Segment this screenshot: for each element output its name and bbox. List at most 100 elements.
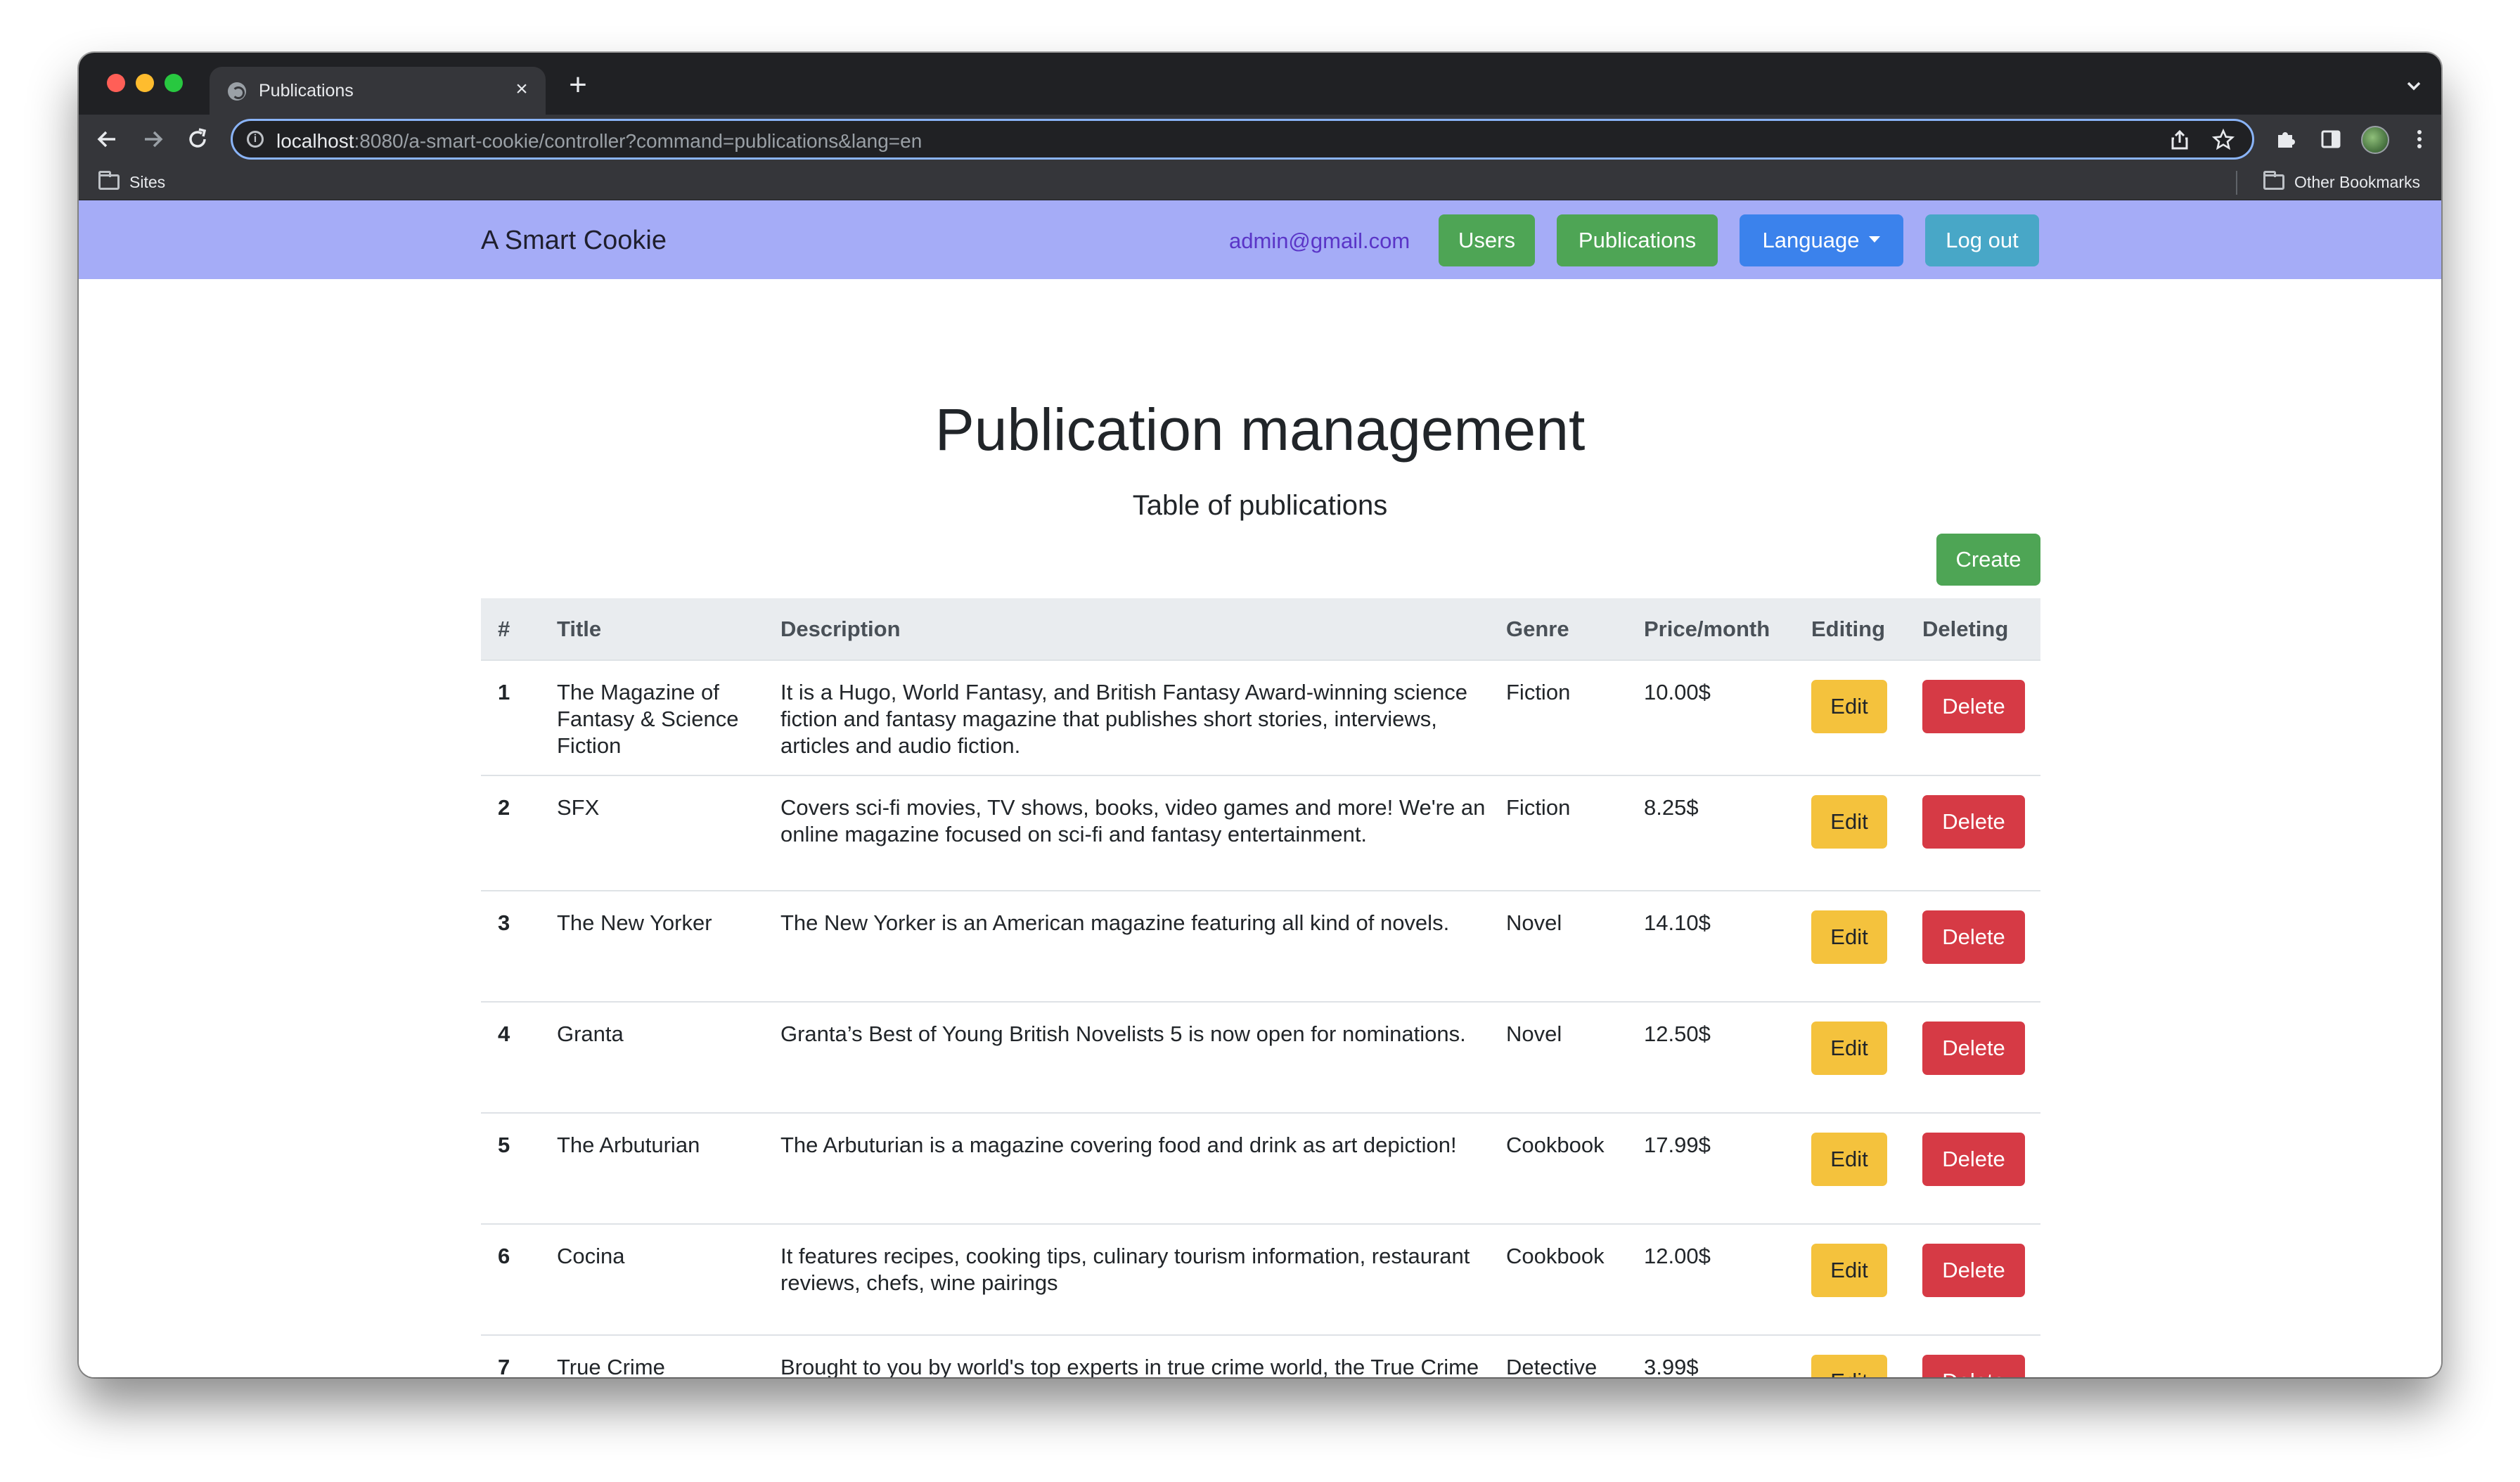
- cell-description: It is a Hugo, World Fantasy, and British…: [764, 660, 1489, 776]
- cell-genre: Fiction: [1489, 775, 1627, 891]
- folder-icon: [2263, 171, 2285, 190]
- edit-button[interactable]: Edit: [1811, 1133, 1887, 1186]
- browser-window: Publications × + i localhost:8080/a-smar…: [79, 53, 2441, 1377]
- header-genre: Genre: [1489, 598, 1627, 661]
- chevron-down-icon[interactable]: [2403, 75, 2424, 96]
- page-title: Publication management: [934, 397, 1586, 463]
- cell-title: The Magazine of Fantasy & Science Fictio…: [540, 660, 764, 776]
- cell-description: The New Yorker is an American magazine f…: [764, 891, 1489, 1003]
- cell-number: 4: [481, 1002, 540, 1114]
- delete-button[interactable]: Delete: [1922, 680, 2025, 733]
- info-icon[interactable]: i: [247, 131, 264, 148]
- address-bar[interactable]: i localhost:8080/a-smart-cookie/controll…: [231, 119, 2254, 160]
- header-editing: Editing: [1794, 598, 1905, 661]
- cell-genre: Cookbook: [1489, 1113, 1627, 1225]
- desktop: Publications × + i localhost:8080/a-smar…: [0, 0, 2520, 1482]
- profile-avatar[interactable]: [2361, 126, 2389, 154]
- cell-deleting: Delete: [1905, 1002, 2040, 1114]
- table-row: 7 True Crime Brought to you by world's t…: [481, 1335, 2040, 1377]
- language-dropdown[interactable]: Language: [1740, 214, 1903, 266]
- menu-icon[interactable]: [2403, 123, 2436, 155]
- cell-editing: Edit: [1794, 1224, 1905, 1336]
- share-icon[interactable]: [2168, 128, 2192, 152]
- delete-button[interactable]: Delete: [1922, 795, 2025, 849]
- create-button[interactable]: Create: [1936, 534, 2040, 586]
- delete-button[interactable]: Delete: [1922, 1022, 2025, 1075]
- user-email: admin@gmail.com: [1229, 228, 1410, 253]
- tab-publications[interactable]: Publications ×: [210, 67, 546, 115]
- table-row: 5 The Arbuturian The Arbuturian is a mag…: [481, 1113, 2040, 1225]
- minimize-window-button[interactable]: [136, 74, 154, 92]
- edit-button[interactable]: Edit: [1811, 1022, 1887, 1075]
- side-panel-icon[interactable]: [2315, 123, 2347, 155]
- star-icon[interactable]: [2211, 128, 2235, 152]
- bookmark-label: Other Bookmarks: [2294, 172, 2420, 191]
- bookmark-label: Sites: [129, 172, 166, 191]
- users-button[interactable]: Users: [1439, 214, 1535, 266]
- url-path: :8080/a-smart-cookie/controller?command=…: [354, 130, 922, 152]
- extensions-icon[interactable]: [2270, 123, 2302, 155]
- cell-number: 2: [481, 775, 540, 891]
- site-brand[interactable]: A Smart Cookie: [481, 226, 667, 256]
- cell-title: Granta: [540, 1002, 764, 1114]
- cell-price: 17.99$: [1627, 1113, 1794, 1225]
- bookmark-folder-sites[interactable]: Sites: [98, 171, 165, 193]
- cell-description: The Arbuturian is a magazine covering fo…: [764, 1113, 1489, 1225]
- table-row: 2 SFX Covers sci-fi movies, TV shows, bo…: [481, 775, 2040, 891]
- edit-button[interactable]: Edit: [1811, 1355, 1887, 1377]
- edit-button[interactable]: Edit: [1811, 1244, 1887, 1297]
- cell-title: The New Yorker: [540, 891, 764, 1003]
- cell-editing: Edit: [1794, 775, 1905, 891]
- cell-price: 12.00$: [1627, 1224, 1794, 1336]
- tab-close-icon[interactable]: ×: [510, 78, 533, 101]
- cell-genre: Novel: [1489, 1002, 1627, 1114]
- cell-editing: Edit: [1794, 1002, 1905, 1114]
- url-text[interactable]: localhost:8080/a-smart-cookie/controller…: [276, 130, 922, 153]
- back-icon[interactable]: [91, 123, 124, 155]
- cell-number: 6: [481, 1224, 540, 1336]
- table-row: 6 Cocina It features recipes, cooking ti…: [481, 1224, 2040, 1336]
- cell-deleting: Delete: [1905, 1335, 2040, 1377]
- edit-button[interactable]: Edit: [1811, 795, 1887, 849]
- folder-icon: [98, 171, 120, 190]
- delete-button[interactable]: Delete: [1922, 910, 2025, 964]
- edit-button[interactable]: Edit: [1811, 910, 1887, 964]
- table-row: 3 The New Yorker The New Yorker is an Am…: [481, 891, 2040, 1003]
- new-tab-button[interactable]: +: [562, 70, 593, 102]
- site-navbar: A Smart Cookie admin@gmail.com Users Pub…: [79, 200, 2441, 279]
- zoom-window-button[interactable]: [165, 74, 183, 92]
- cell-number: 7: [481, 1335, 540, 1377]
- edit-button[interactable]: Edit: [1811, 680, 1887, 733]
- header-deleting: Deleting: [1905, 598, 2040, 661]
- language-label: Language: [1762, 228, 1860, 252]
- delete-button[interactable]: Delete: [1922, 1244, 2025, 1297]
- cell-deleting: Delete: [1905, 1224, 2040, 1336]
- bookmark-folder-other[interactable]: Other Bookmarks: [2263, 171, 2420, 193]
- delete-button[interactable]: Delete: [1922, 1355, 2025, 1377]
- header-price: Price/month: [1627, 598, 1794, 661]
- tab-strip: Publications × +: [79, 53, 2441, 115]
- cell-description: Covers sci-fi movies, TV shows, books, v…: [764, 775, 1489, 891]
- cell-description: Brought to you by world's top experts in…: [764, 1335, 1489, 1377]
- cell-deleting: Delete: [1905, 660, 2040, 776]
- forward-icon[interactable]: [136, 123, 169, 155]
- bookmarks-bar: Sites Other Bookmarks: [79, 164, 2441, 200]
- delete-button[interactable]: Delete: [1922, 1133, 2025, 1186]
- url-host: localhost: [276, 130, 354, 152]
- reload-icon[interactable]: [181, 123, 214, 155]
- cell-number: 1: [481, 660, 540, 776]
- logout-button[interactable]: Log out: [1925, 214, 2039, 266]
- header-number: #: [481, 598, 540, 661]
- table-row: 4 Granta Granta’s Best of Young British …: [481, 1002, 2040, 1114]
- cell-genre: Cookbook: [1489, 1224, 1627, 1336]
- cell-editing: Edit: [1794, 660, 1905, 776]
- cell-title: True Crime: [540, 1335, 764, 1377]
- publications-button[interactable]: Publications: [1557, 214, 1718, 266]
- cell-title: The Arbuturian: [540, 1113, 764, 1225]
- table-row: 1 The Magazine of Fantasy & Science Fict…: [481, 660, 2040, 776]
- cell-price: 10.00$: [1627, 660, 1794, 776]
- cell-deleting: Delete: [1905, 775, 2040, 891]
- cell-price: 8.25$: [1627, 775, 1794, 891]
- close-window-button[interactable]: [107, 74, 125, 92]
- globe-icon: [228, 82, 246, 101]
